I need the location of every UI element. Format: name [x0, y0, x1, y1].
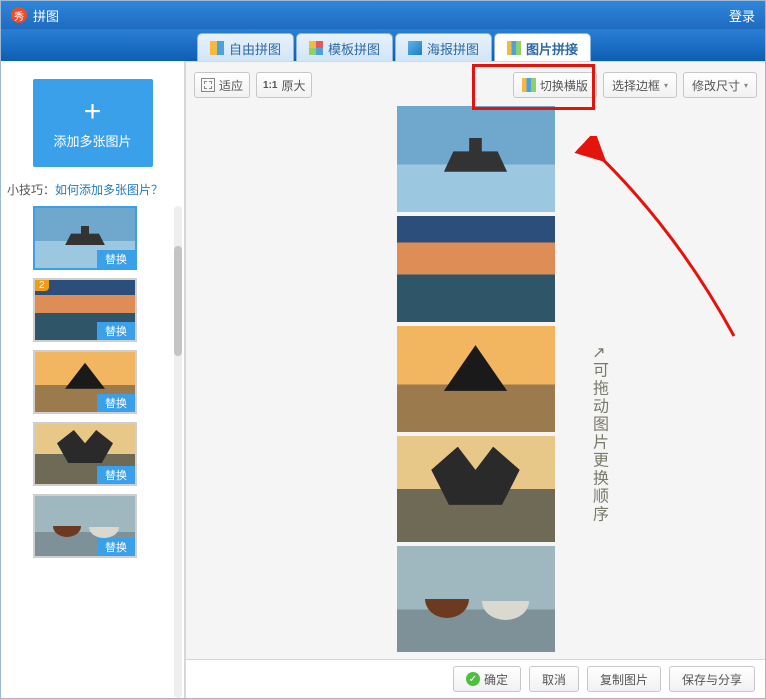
app-logo-icon: 秀	[11, 7, 27, 23]
tab-free-collage[interactable]: 自由拼图	[197, 33, 294, 62]
thumbnail-4[interactable]: 4替换	[33, 422, 137, 486]
workspace: 适应 1:1 原大 切换横版 选择边框 ▾ 修改尺寸 ▾	[185, 61, 765, 698]
scrollbar-handle[interactable]	[174, 246, 182, 356]
tab-label: 模板拼图	[328, 39, 380, 58]
image-stitch-icon	[507, 41, 521, 55]
chevron-down-icon: ▾	[664, 81, 668, 90]
switch-orientation-button[interactable]: 切换横版	[513, 72, 597, 98]
canvas-toolbar: 适应 1:1 原大 切换横版 选择边框 ▾ 修改尺寸 ▾	[186, 62, 765, 102]
resize-label: 修改尺寸	[692, 77, 740, 94]
one-to-one-icon: 1:1	[263, 80, 277, 91]
thumbnail-3[interactable]: 3替换	[33, 350, 137, 414]
tip-prefix: 小技巧：	[7, 183, 55, 197]
sidebar: + 添加多张图片 小技巧：如何添加多张图片？ 替换2替换3替换4替换5替换	[1, 61, 185, 698]
tab-label: 图片拼接	[526, 39, 578, 58]
canvas[interactable]: ↖可拖动图片更换顺序	[186, 106, 765, 658]
stitch-cell-1[interactable]	[397, 106, 555, 212]
orientation-icon	[522, 78, 536, 92]
login-link[interactable]: 登录	[729, 6, 755, 25]
fit-label: 适应	[219, 77, 243, 94]
tabstrip: 自由拼图 模板拼图 海报拼图 图片拼接	[1, 29, 765, 61]
replace-button[interactable]: 替换	[97, 538, 135, 556]
stitch-cell-5[interactable]	[397, 546, 555, 652]
replace-button[interactable]: 替换	[97, 466, 135, 484]
replace-button[interactable]: 替换	[97, 322, 135, 340]
copy-image-label: 复制图片	[600, 671, 648, 688]
footer: ✓ 确定 取消 复制图片 保存与分享	[186, 659, 765, 698]
original-size-label: 原大	[281, 77, 305, 94]
template-collage-icon	[309, 41, 323, 55]
fit-icon	[201, 78, 215, 92]
select-border-button[interactable]: 选择边框 ▾	[603, 72, 677, 98]
thumbnail-2[interactable]: 2 替换	[33, 278, 137, 342]
fit-button[interactable]: 适应	[194, 72, 250, 98]
thumbnail-1[interactable]: 替换	[33, 206, 137, 270]
tab-label: 海报拼图	[427, 39, 479, 58]
thumbnail-5[interactable]: 5替换	[33, 494, 137, 558]
titlebar: 秀 拼图 登录	[1, 1, 765, 29]
tab-poster-collage[interactable]: 海报拼图	[395, 33, 492, 62]
switch-orientation-label: 切换横版	[540, 77, 588, 94]
ok-label: 确定	[484, 671, 508, 688]
cancel-label: 取消	[542, 671, 566, 688]
chevron-down-icon: ▾	[744, 81, 748, 90]
replace-button[interactable]: 替换	[97, 394, 135, 412]
tab-label: 自由拼图	[229, 39, 281, 58]
ok-button[interactable]: ✓ 确定	[453, 666, 521, 692]
save-share-button[interactable]: 保存与分享	[669, 666, 755, 692]
window-title: 拼图	[33, 6, 59, 25]
copy-image-button[interactable]: 复制图片	[587, 666, 661, 692]
annotation-arrow-icon	[564, 136, 764, 356]
add-images-button[interactable]: + 添加多张图片	[33, 79, 153, 167]
resize-button[interactable]: 修改尺寸 ▾	[683, 72, 757, 98]
stitch-cell-4[interactable]	[397, 436, 555, 542]
add-images-label: 添加多张图片	[53, 131, 131, 150]
sidebar-scrollbar[interactable]	[174, 206, 182, 698]
annotation-text: ↖可拖动图片更换顺序	[586, 346, 610, 523]
tab-template-collage[interactable]: 模板拼图	[296, 33, 393, 62]
plus-icon: +	[84, 97, 102, 127]
original-size-button[interactable]: 1:1 原大	[256, 72, 312, 98]
check-icon: ✓	[466, 672, 480, 686]
thumb-index-badge: 2	[35, 280, 49, 291]
select-border-label: 选择边框	[612, 77, 660, 94]
tip-link[interactable]: 如何添加多张图片？	[55, 183, 163, 197]
stitch-cell-2[interactable]	[397, 216, 555, 322]
tab-image-stitch[interactable]: 图片拼接	[494, 33, 591, 62]
replace-button[interactable]: 替换	[97, 250, 135, 268]
free-collage-icon	[210, 41, 224, 55]
save-share-label: 保存与分享	[682, 671, 742, 688]
sidebar-tip: 小技巧：如何添加多张图片？	[7, 181, 163, 198]
cancel-button[interactable]: 取消	[529, 666, 579, 692]
poster-collage-icon	[408, 41, 422, 55]
stitch-cell-3[interactable]	[397, 326, 555, 432]
